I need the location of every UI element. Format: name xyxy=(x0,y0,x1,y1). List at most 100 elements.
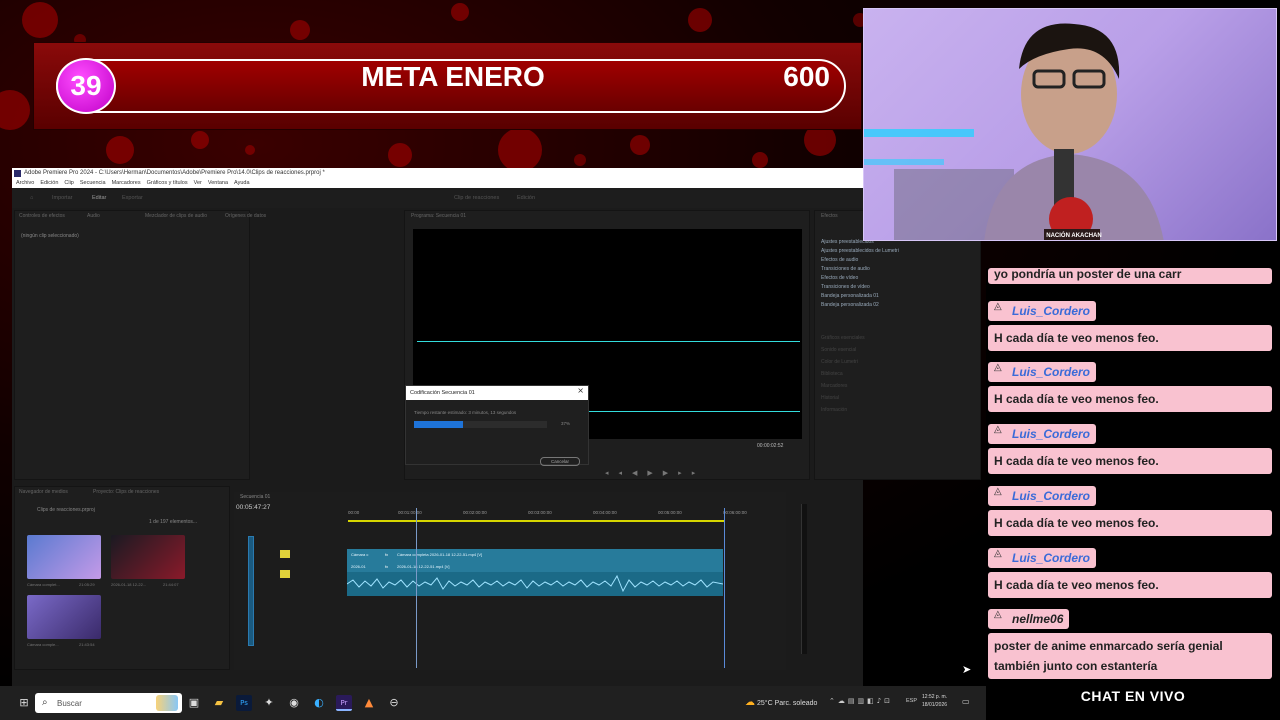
transport-controls[interactable]: ◂◂◀▶▶▸▸ xyxy=(605,469,705,477)
taskbar-search[interactable]: ⌕ Buscar xyxy=(35,693,182,713)
sub-panel-label[interactable]: Color de Lumetri xyxy=(821,359,865,365)
live-chat: yo pondría un poster de una carr ◬ Luis_C… xyxy=(986,268,1280,720)
menu-marcadores[interactable]: Marcadores xyxy=(112,179,141,188)
clip-thumbnail[interactable] xyxy=(27,535,101,579)
effects-item[interactable]: Bandeja personalizada 01 xyxy=(821,293,899,299)
effects-item[interactable]: Transiciones de vídeo xyxy=(821,284,899,290)
taskbar-clock[interactable]: 12:52 p. m. 18/01/2026 xyxy=(922,693,947,709)
ruler-label: 00:02:00:00 xyxy=(463,510,487,515)
chat-partial-message: yo pondría un poster de una carr xyxy=(988,268,1272,284)
chat-message: H cada día te veo menos feo. xyxy=(988,448,1272,474)
sequence-end-marker xyxy=(724,508,725,668)
tab-importar[interactable]: Importar xyxy=(52,195,72,201)
tab-data[interactable]: Orígenes de datos xyxy=(225,213,266,219)
close-icon[interactable]: × xyxy=(577,386,584,395)
effects-item[interactable]: Transiciones de audio xyxy=(821,266,899,272)
tab-effect-controls[interactable]: Controles de efectos xyxy=(19,213,65,219)
obs-icon[interactable]: ◉ xyxy=(286,695,302,711)
menu-archivo[interactable]: Archivo xyxy=(16,179,34,188)
photoshop-icon[interactable]: Ps xyxy=(236,695,252,711)
user-badge-icon: ◬ xyxy=(994,486,1002,497)
export-progress-fill xyxy=(414,421,464,428)
export-percent: 37% xyxy=(561,421,571,426)
clip-thumbnail[interactable] xyxy=(111,535,185,579)
chat-username-text: nellme06 xyxy=(1012,612,1064,626)
weather-widget[interactable]: ☁ 25°C Parc. soleado xyxy=(745,697,817,708)
tab-audio[interactable]: Audio xyxy=(87,213,100,219)
tab-clip-mixer[interactable]: Mezclador de clips de audio xyxy=(145,213,207,219)
dialog-title: Codificación Secuencia 01 xyxy=(410,390,475,396)
project-name: Clips de reacciones.prproj xyxy=(37,507,95,513)
tab-effects[interactable]: Efectos xyxy=(821,213,838,219)
menu-ver[interactable]: Ver xyxy=(194,179,202,188)
sub-panel-label[interactable]: Información xyxy=(821,407,865,413)
premiere-logo-icon xyxy=(14,170,21,177)
no-clip-selected-text: (ningún clip seleccionado) xyxy=(21,233,79,239)
ruler-label: 00:01:00:00 xyxy=(398,510,422,515)
tab-exportar[interactable]: Exportar xyxy=(122,195,143,201)
task-view-icon[interactable]: ▣ xyxy=(186,695,202,711)
tab-editar[interactable]: Editar xyxy=(92,195,106,201)
windows-start-icon[interactable]: ⊞ xyxy=(16,695,32,711)
chat-label: CHAT EN VIVO xyxy=(1080,688,1186,704)
user-badge-icon: ◬ xyxy=(994,301,1002,312)
effect-controls-panel: Controles de efectos Audio Mezclador de … xyxy=(14,210,266,480)
effects-item[interactable]: Efectos de vídeo xyxy=(821,275,899,281)
audio-clip[interactable] xyxy=(347,572,723,596)
effects-item[interactable]: Efectos de audio xyxy=(821,257,899,263)
chat-username: ◬ Luis_Cordero xyxy=(988,301,1097,321)
tab-program[interactable]: Programa: Secuencia 01 xyxy=(411,213,466,219)
track-lock-icon[interactable] xyxy=(280,570,290,578)
sub-panel-label[interactable]: Sonido esencial xyxy=(821,347,865,353)
chat-message: H cada día te veo menos feo. xyxy=(988,510,1272,536)
edge-icon[interactable]: ◐ xyxy=(311,695,327,711)
app-icon[interactable]: ✦ xyxy=(261,695,277,711)
video-clip-label: Cámara completa 2026-01-18 12-22-51.mp4 … xyxy=(397,552,483,557)
premiere-icon[interactable]: Pr xyxy=(336,695,352,711)
work-area-bar[interactable] xyxy=(348,520,724,522)
search-icon: ⌕ xyxy=(42,697,48,708)
menu-bar: Archivo Edición Clip Secuencia Marcadore… xyxy=(12,179,863,188)
sub-panel-label[interactable]: Gráficos esenciales xyxy=(821,335,865,341)
track-targets[interactable] xyxy=(248,536,254,646)
effects-item[interactable]: Bandeja personalizada 02 xyxy=(821,302,899,308)
chat-message: H cada día te veo menos feo. xyxy=(988,572,1272,598)
notification-icon[interactable]: ▭ xyxy=(962,697,970,706)
track-lock-icon[interactable] xyxy=(280,550,290,558)
audio-clip-prefix: 2026-01 xyxy=(351,564,366,569)
menu-graficos[interactable]: Gráficos y títulos xyxy=(147,179,188,188)
clip-name: 2026-01-18 12-22... xyxy=(111,582,147,587)
home-icon[interactable]: ⌂ xyxy=(30,195,33,201)
system-tray-icons[interactable]: ⌃☁▤▥◧♪⊡ xyxy=(829,697,893,705)
app-icon[interactable]: ⊖ xyxy=(386,695,402,711)
menu-edicion[interactable]: Edición xyxy=(40,179,58,188)
effects-item[interactable]: Ajustes preestablecidos de Lumetri xyxy=(821,248,899,254)
menu-clip[interactable]: Clip xyxy=(64,179,73,188)
tab-project[interactable]: Proyecto: Clips de reacciones xyxy=(93,489,159,495)
sub-panel-label[interactable]: Historial xyxy=(821,395,865,401)
user-badge-icon: ◬ xyxy=(994,609,1002,620)
video-clip[interactable]: Cámara c fx Cámara completa 2026-01-18 1… xyxy=(347,549,723,572)
playhead[interactable] xyxy=(416,508,417,668)
file-explorer-icon[interactable]: ▰ xyxy=(211,695,227,711)
menu-secuencia[interactable]: Secuencia xyxy=(80,179,106,188)
cancel-button[interactable]: Cancelar xyxy=(540,457,580,466)
menu-ayuda[interactable]: Ayuda xyxy=(234,179,250,188)
clip-duration: 21:43:54 xyxy=(79,642,95,647)
sub-panel-label[interactable]: Marcadores xyxy=(821,383,865,389)
workspace-bar: ⌂ Importar Editar Exportar Clip de reacc… xyxy=(12,188,863,208)
ruler-label: 00:04:00:00 xyxy=(593,510,617,515)
workspace-edicion[interactable]: Edición xyxy=(517,195,535,201)
tab-media-browser[interactable]: Navegador de medios xyxy=(19,489,68,495)
language-indicator[interactable]: ESP xyxy=(906,698,917,704)
dialog-titlebar: Codificación Secuencia 01 × xyxy=(406,386,588,400)
menu-ventana[interactable]: Ventana xyxy=(208,179,228,188)
tab-sequence[interactable]: Secuencia 01 xyxy=(240,494,270,500)
timeline-ruler: 00:00 00:01:00:00 00:02:00:00 00:03:00:0… xyxy=(346,510,776,520)
vlc-icon[interactable]: ▲ xyxy=(361,695,377,711)
clip-duration: 21:44:07 xyxy=(163,582,179,587)
chat-message: H cada día te veo menos feo. xyxy=(988,386,1272,412)
sub-panel-label[interactable]: Biblioteca xyxy=(821,371,865,377)
clip-thumbnail[interactable] xyxy=(27,595,101,639)
window-title: Adobe Premiere Pro 2024 - C:\Users\Herma… xyxy=(24,170,325,176)
